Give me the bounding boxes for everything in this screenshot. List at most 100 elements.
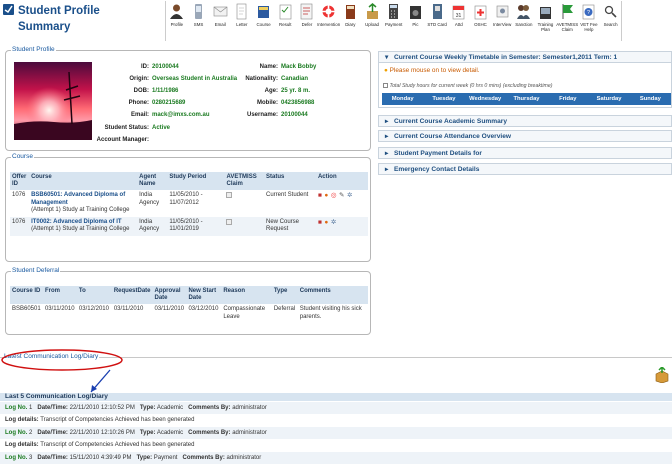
field-value: 0423856988 [281, 100, 315, 107]
profile-field: Nationality: Canadian [197, 76, 308, 83]
field-label: Account Manager: [96, 136, 149, 143]
profile-field: DOB: 1/11/1986 [86, 88, 179, 95]
accordion-student-payment-details-for[interactable]: ▸ Student Payment Details for [378, 147, 672, 159]
fire-icon[interactable]: ● [324, 219, 328, 226]
deferral-cell: 03/11/2010 [44, 306, 75, 312]
course-link[interactable]: BSB60501: Advanced Diploma of Management [31, 192, 135, 207]
toolbar-button-pic[interactable]: Pic [405, 1, 427, 41]
profile-field: Student Status: Active [86, 125, 170, 132]
toolbar-label: Diary [345, 22, 356, 27]
toolbar-button-intervention[interactable]: Intervention [317, 1, 341, 41]
log-details-row: Log details: Transcript of Competencies … [5, 417, 195, 423]
chevron-down-icon: ▾ [385, 54, 389, 61]
upload-icon [365, 3, 380, 20]
toolbar-button-sanction[interactable]: Sanction [513, 1, 535, 41]
deferral-col-header: RequestDate [111, 286, 153, 304]
export-box-icon[interactable] [655, 367, 669, 383]
accordion-emergency-contact-details[interactable]: ▸ Emergency Contact Details [378, 163, 672, 175]
field-label: Age: [264, 88, 278, 95]
field-label: Student Status: [104, 124, 149, 131]
toolbar-button-training-plan[interactable]: Training Plan [535, 1, 557, 41]
toolbar-button-attd[interactable]: 31 Attd [448, 1, 470, 41]
field-label: Username: [246, 112, 278, 119]
toolbar-label: Intervention [317, 22, 341, 27]
diary-icon [343, 3, 358, 20]
toolbar-button-letter[interactable]: Letter [231, 1, 253, 41]
toolbar-button-upload[interactable]: Upload [361, 1, 383, 41]
accordion-current-course-academic-summary[interactable]: ▸ Current Course Academic Summary [378, 115, 672, 127]
calculator-icon [386, 3, 401, 20]
toolbar-label: Payment [385, 22, 403, 27]
toolbar-label: Defer [301, 22, 313, 27]
pdf-icon[interactable]: ■ [318, 219, 322, 226]
flag-icon [560, 3, 575, 20]
deferral-row: BSB60501 03/11/2010 03/12/2010 03/11/2010 03… [10, 304, 368, 323]
toolbar-button-profile[interactable]: Profile [166, 1, 188, 41]
accordion-current-course-attendance-overview[interactable]: ▸ Current Course Attendance Overview [378, 130, 672, 142]
field-label: Phone: [128, 100, 149, 107]
toolbar-button-avetmiss-claim[interactable]: AVETMISS Claim [556, 1, 578, 41]
fire-icon[interactable]: ● [324, 192, 328, 199]
toolbar-button-diary[interactable]: Diary [340, 1, 362, 41]
course-col-header: Offer ID [10, 172, 30, 190]
toolbar-label: Email [214, 22, 226, 27]
toolbar-button-result[interactable]: Result [274, 1, 296, 41]
phone-icon [191, 3, 206, 20]
deferral-cell: Student visiting his sick parents. [299, 306, 362, 320]
toolbar-button-email[interactable]: Email [209, 1, 231, 41]
pdf-icon[interactable]: ■ [318, 192, 322, 199]
annotation-arrow [90, 369, 111, 393]
toolbar-button-payment[interactable]: Payment [383, 1, 405, 41]
course-row: 1076 BSB60501: Advanced Diploma of Manage… [10, 190, 368, 217]
toolbar-button-oshc[interactable]: OSHC [470, 1, 492, 41]
claim-checkbox[interactable] [226, 218, 233, 225]
toolbar-label: Result [279, 22, 292, 27]
day-friday: Friday [559, 96, 577, 102]
calendar-icon: 31 [451, 3, 466, 20]
toolbar-button-sms[interactable]: SMS [188, 1, 210, 41]
avetmiss-claim [224, 190, 264, 217]
toolbar-button-std-card[interactable]: STD Card [426, 1, 448, 41]
lightbulb-icon: ● [384, 67, 388, 74]
deferral-cell: 03/12/2010 [188, 306, 219, 312]
toolbar-button-course[interactable]: Course [253, 1, 275, 41]
course-attempt: (Attempt 1) Study at Training College [31, 207, 130, 214]
course-link[interactable]: IT0002: Advanced Diploma of IT [31, 219, 135, 227]
settings-icon[interactable]: ✲ [347, 192, 352, 199]
course-status: Current Student [265, 192, 309, 198]
toolbar-label: Search [603, 22, 618, 27]
comm-table-title: Last 5 Communication Log/Diary [0, 393, 672, 401]
timetable-hint: ● Please mouse on to view detail. [384, 67, 480, 74]
toolbar-button-interview[interactable]: InterView [491, 1, 513, 41]
deferral-cell: BSB60501 [12, 306, 41, 312]
toolbar-label: Profile [170, 22, 184, 27]
envelope-icon [213, 3, 228, 20]
card-icon [430, 3, 445, 20]
toolbar-label: STD Card [427, 22, 447, 27]
toolbar-label: Upload [365, 22, 379, 27]
checkbox-icon [383, 83, 388, 88]
timetable-days-header: Monday Tuesday Wednesday Thursday Friday Satu… [382, 93, 671, 105]
edit-icon[interactable]: ✎ [339, 192, 344, 199]
field-label: ID: [141, 64, 149, 70]
toolbar-label: Training Plan [537, 22, 554, 32]
field-label: DOB: [133, 88, 149, 95]
toolbar-button-search[interactable]: Search [600, 1, 622, 41]
toolbar-button-vet-fee-help[interactable]: ? VET Fee Help [578, 1, 600, 41]
deferral-col-header: New Start Date [186, 286, 222, 304]
claim-checkbox[interactable] [226, 192, 233, 198]
settings-icon[interactable]: ✲ [331, 219, 336, 226]
log-details-row: Log details: Transcript of Competencies … [5, 442, 195, 448]
course-actions: ■ ● ✲ [315, 216, 368, 236]
field-value: 20100044 [281, 112, 308, 119]
course-col-header: Study Period [167, 172, 225, 190]
profile-field: Username: 20100044 [197, 112, 308, 119]
deferral-cell: 03/11/2010 [154, 306, 185, 312]
toolbar-label: SMS [193, 22, 204, 27]
toolbar: Profile SMS Email Letter Course Result Defer In… [165, 1, 623, 41]
lifebuoy-icon[interactable]: ◎ [331, 192, 337, 199]
profile-field: Phone: 0280215689 [86, 100, 186, 107]
toolbar-button-defer[interactable]: Defer [296, 1, 318, 41]
deferral-legend: Student Deferral [11, 267, 61, 274]
timetable-accordion[interactable]: ▾ Current Course Weekly Timetable in Seme… [378, 51, 672, 63]
